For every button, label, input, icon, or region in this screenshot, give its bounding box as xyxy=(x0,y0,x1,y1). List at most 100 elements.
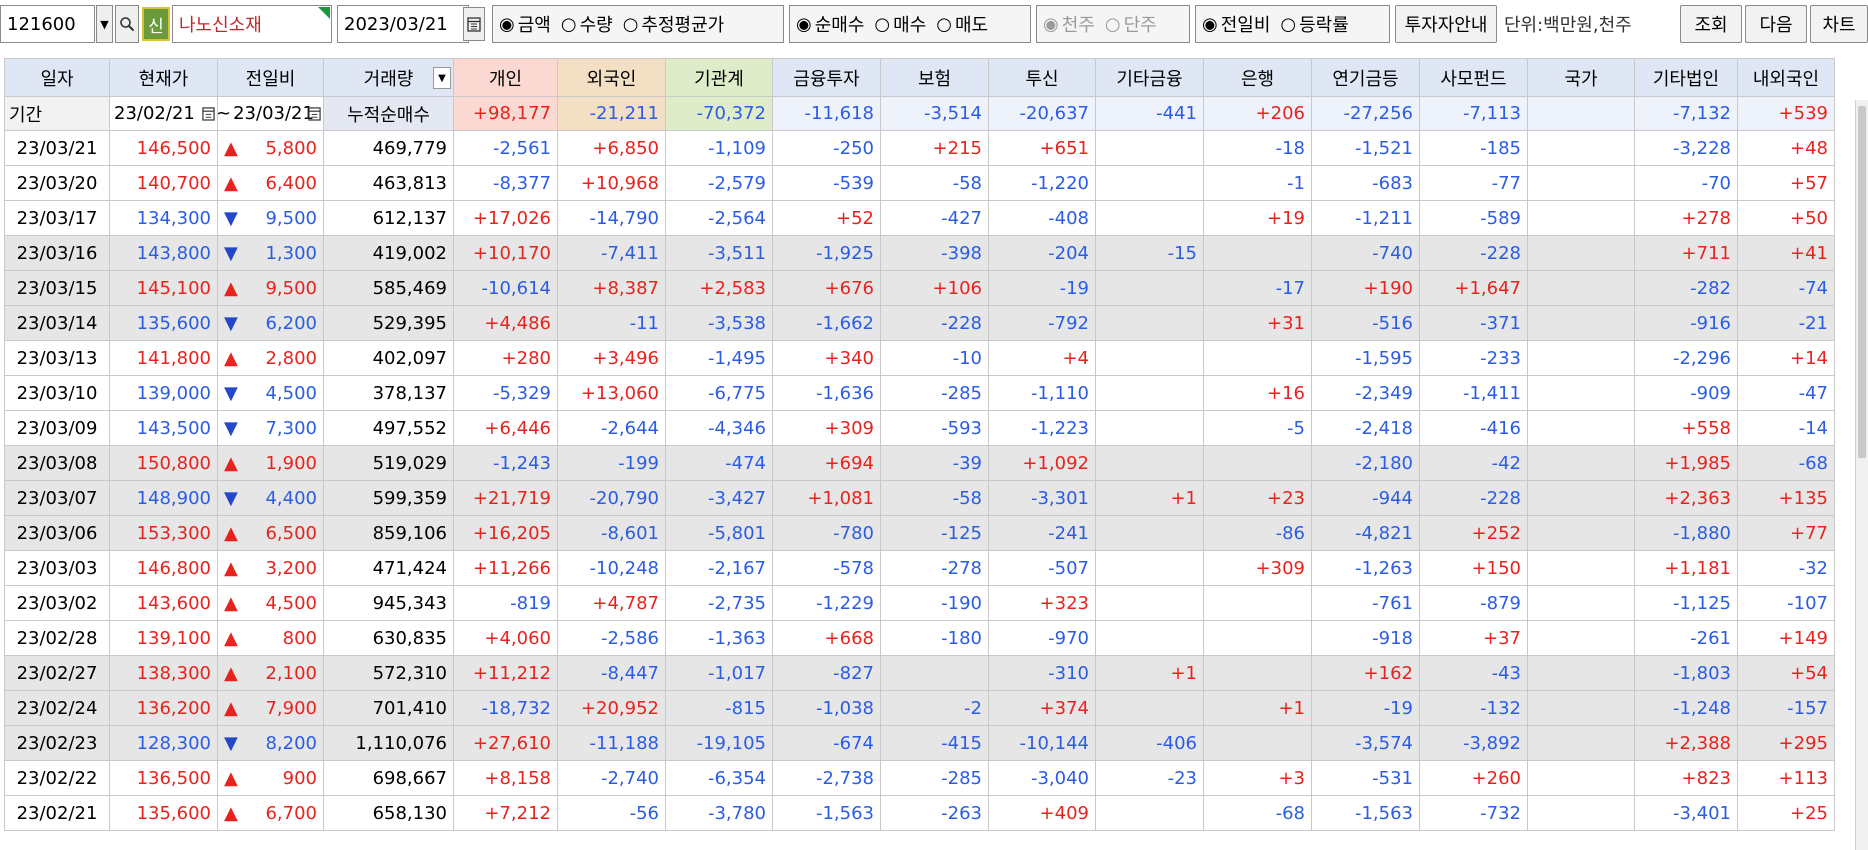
calendar-icon[interactable] xyxy=(202,106,215,121)
column-header[interactable]: 기관계 xyxy=(665,58,773,97)
trade-radio-1[interactable]: ○ 매수 xyxy=(874,11,926,37)
value-cell xyxy=(1095,340,1204,376)
value-cell: -5,801 xyxy=(665,515,773,551)
value-cell: +25 xyxy=(1737,795,1835,831)
trade-radio-label: 매도 xyxy=(954,15,989,36)
value-cell: -1,521 xyxy=(1311,130,1420,166)
amount-radio-label: 금액 xyxy=(517,15,551,36)
value-cell: -56 xyxy=(557,795,666,831)
value-cell xyxy=(1527,480,1635,516)
column-header[interactable]: 현재가 xyxy=(109,58,218,97)
investor-guide-button[interactable]: 투자자안내 xyxy=(1395,5,1497,43)
table-row[interactable]: 23/03/10 139,000 ▼ 4,500 378,137 -5,329 +13,06… xyxy=(4,375,1835,411)
column-header[interactable]: 일자 xyxy=(4,58,110,97)
table-row[interactable]: 23/03/03 146,800 ▲ 3,200 471,424 +11,266 -10,2… xyxy=(4,550,1835,586)
search-icon xyxy=(120,17,135,32)
column-header[interactable]: 사모펀드 xyxy=(1419,58,1528,97)
change-cell: ▲ 2,100 xyxy=(217,655,324,691)
column-header[interactable]: 은행 xyxy=(1203,58,1312,97)
value-cell: -199 xyxy=(557,445,666,481)
query-button[interactable]: 조회 xyxy=(1680,5,1742,43)
compare-radio-0[interactable]: ◉ 전일비 xyxy=(1202,11,1270,37)
change-value: 6,200 xyxy=(265,312,317,334)
column-header[interactable]: 외국인 xyxy=(557,58,666,97)
column-header[interactable]: 국가 xyxy=(1527,58,1635,97)
table-row[interactable]: 23/03/17 134,300 ▼ 9,500 612,137 +17,026 -14,7… xyxy=(4,200,1835,236)
amount-radio-0[interactable]: ◉ 금액 xyxy=(499,11,551,37)
column-header[interactable]: 전일비 xyxy=(217,58,324,97)
code-dropdown-button[interactable]: ▼ xyxy=(96,5,113,43)
value-cell xyxy=(1527,515,1635,551)
table-row[interactable]: 23/03/09 143,500 ▼ 7,300 497,552 +6,446 -2,644… xyxy=(4,410,1835,446)
change-cell: ▼ 4,500 xyxy=(217,375,324,411)
scrollbar-thumb[interactable] xyxy=(1858,106,1866,458)
column-header[interactable]: 거래량 ▼ xyxy=(323,58,454,97)
column-header-label: 투신 xyxy=(1025,68,1059,90)
table-row[interactable]: 23/02/24 136,200 ▲ 7,900 701,410 -18,732 +20,9… xyxy=(4,690,1835,726)
table-row[interactable]: 23/02/28 139,100 ▲ 800 630,835 +4,060 -2,586 -1… xyxy=(4,620,1835,656)
vertical-scrollbar[interactable] xyxy=(1855,100,1868,850)
new-badge-text: 신 xyxy=(148,16,164,37)
date-input[interactable]: 2023/03/21 xyxy=(337,5,469,43)
column-header[interactable]: 기타금융 xyxy=(1095,58,1204,97)
amount-radio-2[interactable]: ○ 추정평균가 xyxy=(623,11,725,37)
column-header[interactable]: 보험 xyxy=(880,58,989,97)
table-row[interactable]: 23/02/27 138,300 ▲ 2,100 572,310 +11,212 -8,44… xyxy=(4,655,1835,691)
column-header-label: 국가 xyxy=(1564,68,1598,90)
value-cell: -204 xyxy=(988,235,1096,271)
table-row[interactable]: 23/03/20 140,700 ▲ 6,400 463,813 -8,377 +10,96… xyxy=(4,165,1835,201)
column-header[interactable]: 개인 xyxy=(453,58,558,97)
compare-radio-group: ◉ 전일비 ○ 등락률 xyxy=(1195,5,1390,43)
column-header-row: 일자 현재가 전일비 거래량 ▼ 개인 외국인 기관계 금융투자 보험 투신 기타금융 은행 연기금등 사모… xyxy=(4,58,1835,97)
stock-code-input[interactable]: 121600 xyxy=(0,5,95,43)
change-value: 8,200 xyxy=(265,732,317,754)
chart-label: 차트 xyxy=(1822,15,1856,36)
table-row[interactable]: 23/03/08 150,800 ▲ 1,900 519,029 -1,243 -199 -4… xyxy=(4,445,1835,481)
calendar-button[interactable] xyxy=(463,7,485,41)
value-cell: -408 xyxy=(988,200,1096,236)
value-cell: -43 xyxy=(1419,655,1528,691)
column-header[interactable]: 금융투자 xyxy=(772,58,881,97)
compare-radio-1[interactable]: ○ 등락률 xyxy=(1280,11,1348,37)
value-cell: -70 xyxy=(1634,165,1738,201)
volume-dropdown-icon[interactable]: ▼ xyxy=(433,67,451,89)
value-cell: -228 xyxy=(1419,235,1528,271)
search-button[interactable] xyxy=(115,5,139,43)
table-row[interactable]: 23/03/21 146,500 ▲ 5,800 469,779 -2,561 +6,850… xyxy=(4,130,1835,166)
table-row[interactable]: 23/03/06 153,300 ▲ 6,500 859,106 +16,205 -8,60… xyxy=(4,515,1835,551)
table-row[interactable]: 23/03/13 141,800 ▲ 2,800 402,097 +280 +3,496 -1… xyxy=(4,340,1835,376)
unit-radio-0[interactable]: ◉ 천주 xyxy=(1043,11,1095,37)
stock-name-field[interactable]: 나노신소재 xyxy=(172,5,332,43)
period-from-input[interactable]: 23/02/21 xyxy=(109,96,218,131)
value-cell: -4,821 xyxy=(1311,515,1420,551)
unit-radio-1[interactable]: ○ 단주 xyxy=(1105,11,1157,37)
table-row[interactable]: 23/03/15 145,100 ▲ 9,500 585,469 -10,614 +8,38… xyxy=(4,270,1835,306)
next-button[interactable]: 다음 xyxy=(1745,5,1807,43)
value-cell: -185 xyxy=(1419,130,1528,166)
value-cell: +10,170 xyxy=(453,235,558,271)
change-cell: ▲ 4,500 xyxy=(217,585,324,621)
column-header[interactable]: 기타법인 xyxy=(1634,58,1738,97)
table-row[interactable]: 23/02/23 128,300 ▼ 8,200 1,110,076 +27,610 -11… xyxy=(4,725,1835,761)
calendar-icon[interactable] xyxy=(308,106,321,121)
column-header[interactable]: 내외국인 xyxy=(1737,58,1835,97)
period-to-input[interactable]: ~23/03/21 xyxy=(217,96,324,131)
trade-radio-0[interactable]: ◉ 순매수 xyxy=(796,11,864,37)
amount-radio-1[interactable]: ○ 수량 xyxy=(561,11,613,37)
value-cell xyxy=(1095,305,1204,341)
table-row[interactable]: 23/03/02 143,600 ▲ 4,500 945,343 -819 +4,787 -2… xyxy=(4,585,1835,621)
table-row[interactable]: 23/02/21 135,600 ▲ 6,700 658,130 +7,212 -56 -3,… xyxy=(4,795,1835,831)
table-row[interactable]: 23/02/22 136,500 ▲ 900 698,667 +8,158 -2,740 -6… xyxy=(4,760,1835,796)
table-row[interactable]: 23/03/07 148,900 ▼ 4,400 599,359 +21,719 -20,7… xyxy=(4,480,1835,516)
chart-button[interactable]: 차트 xyxy=(1810,5,1868,43)
column-header[interactable]: 연기금등 xyxy=(1311,58,1420,97)
cumulative-cell: -20,637 xyxy=(988,96,1096,131)
column-header[interactable]: 투신 xyxy=(988,58,1096,97)
value-cell: -11 xyxy=(557,305,666,341)
change-value: 3,200 xyxy=(265,557,317,579)
table-row[interactable]: 23/03/14 135,600 ▼ 6,200 529,395 +4,486 -11 -3,… xyxy=(4,305,1835,341)
table-row[interactable]: 23/03/16 143,800 ▼ 1,300 419,002 +10,170 -7,41… xyxy=(4,235,1835,271)
price-cell: 145,100 xyxy=(109,270,218,306)
trade-radio-2[interactable]: ○ 매도 xyxy=(936,11,988,37)
value-cell: -761 xyxy=(1311,585,1420,621)
